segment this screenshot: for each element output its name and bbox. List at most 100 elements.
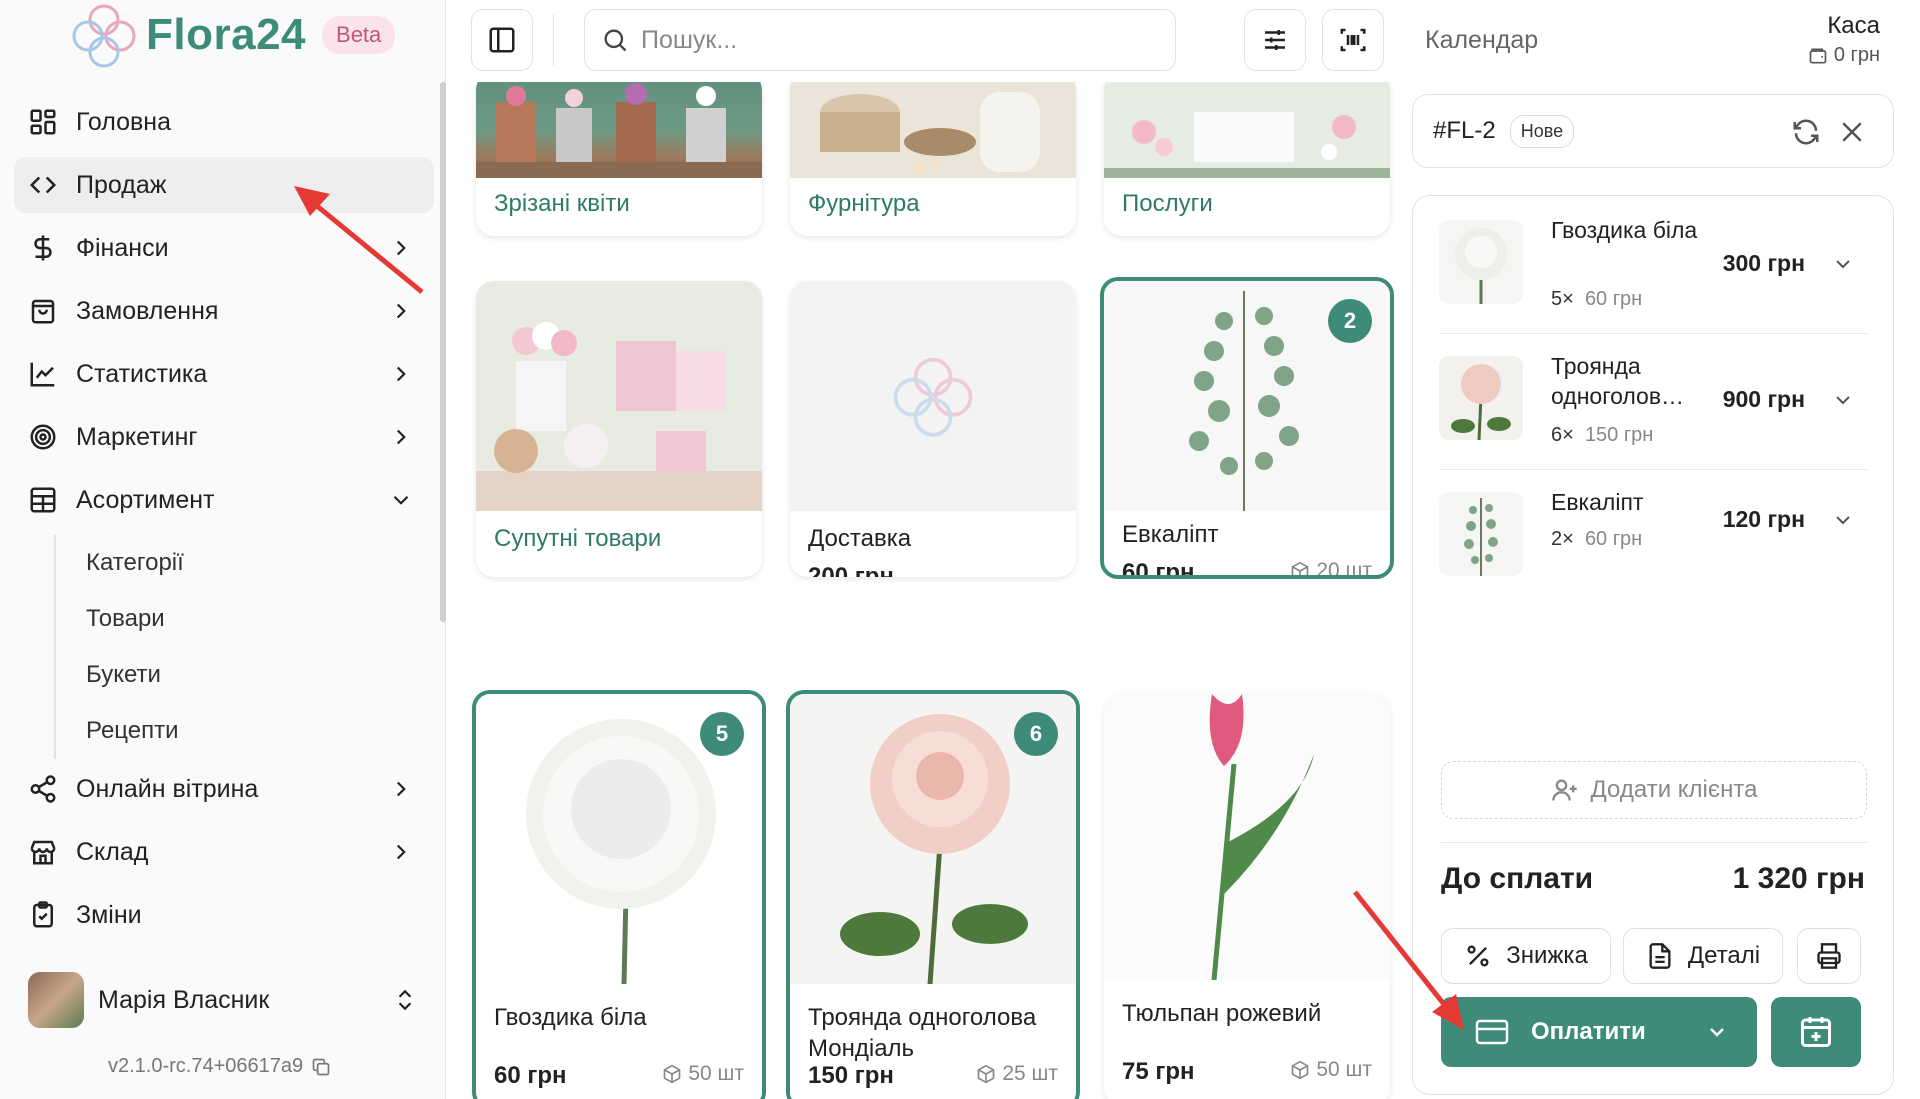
printer-icon bbox=[1817, 943, 1841, 969]
category-card-related-goods[interactable]: Супутні товари bbox=[476, 281, 762, 577]
order-item-sum: 300 грн bbox=[1722, 250, 1805, 276]
category-card-services[interactable]: Послуги bbox=[1104, 82, 1390, 236]
order-item-name: Гвоздика біла bbox=[1551, 217, 1698, 243]
chevron-down-icon[interactable] bbox=[1831, 388, 1855, 412]
category-card-cut-flowers[interactable]: Зрізані квіти bbox=[476, 82, 762, 236]
category-image bbox=[1104, 82, 1390, 178]
stock-value: 50 шт bbox=[688, 1062, 744, 1085]
subnav-item-bouquets[interactable]: Букети bbox=[86, 647, 434, 703]
order-line-item[interactable]: Троянда одноголов… 6× 150 грн 900 грн bbox=[1439, 340, 1869, 470]
nav-item-marketing[interactable]: Маркетинг bbox=[14, 409, 434, 465]
sidebar-toggle-icon bbox=[489, 27, 515, 53]
category-image bbox=[476, 281, 762, 511]
barcode-scan-button[interactable] bbox=[1322, 9, 1384, 71]
order-item-qty-count: 6× bbox=[1551, 424, 1574, 446]
print-button[interactable] bbox=[1797, 928, 1861, 984]
nav-label: Замовлення bbox=[76, 296, 219, 325]
order-line-item[interactable]: Евкаліпт 2× 60 грн 120 грн bbox=[1439, 476, 1869, 606]
chevron-down-icon[interactable] bbox=[1705, 1020, 1729, 1044]
product-price: 200 грн bbox=[808, 563, 894, 577]
nav-label: Фінанси bbox=[76, 233, 169, 262]
nav-item-assortment[interactable]: Асортимент bbox=[14, 472, 434, 528]
product-card-tulip[interactable]: Тюльпан рожевий 75 грн 50 шт bbox=[1104, 694, 1390, 1099]
clipboard-check-icon bbox=[33, 901, 53, 928]
order-line-item[interactable]: Гвоздика біла 5× 60 грн 300 грн bbox=[1439, 204, 1869, 334]
close-icon[interactable] bbox=[1837, 117, 1867, 147]
category-name: Послуги bbox=[1122, 190, 1213, 217]
category-card-accessories[interactable]: Фурнітура bbox=[790, 82, 1076, 236]
target-icon bbox=[30, 424, 56, 450]
chevron-down-icon[interactable] bbox=[1831, 508, 1855, 532]
percent-icon bbox=[1467, 945, 1489, 967]
nav-item-shifts[interactable]: Зміни bbox=[14, 887, 434, 943]
wallet-icon bbox=[1809, 48, 1827, 63]
nav-item-storefront[interactable]: Онлайн вітрина bbox=[14, 761, 434, 817]
cart-quantity-badge: 6 bbox=[1014, 712, 1058, 756]
pay-label: Оплатити bbox=[1531, 1018, 1646, 1045]
nav-item-stats[interactable]: Статистика bbox=[14, 346, 434, 402]
logo[interactable]: Flora24 Beta bbox=[68, 0, 396, 70]
barcode-scan-icon bbox=[1340, 28, 1366, 52]
nav-item-warehouse[interactable]: Склад bbox=[14, 824, 434, 880]
nav-label: Склад bbox=[76, 837, 149, 866]
details-label: Деталі bbox=[1687, 942, 1761, 969]
filters-button[interactable] bbox=[1244, 9, 1306, 71]
nav-item-finance[interactable]: Фінанси bbox=[14, 220, 434, 276]
subnav-item-categories[interactable]: Категорії bbox=[86, 535, 434, 591]
nav-item-orders[interactable]: Замовлення bbox=[14, 283, 434, 339]
add-client-button[interactable]: Додати клієнта bbox=[1441, 761, 1867, 819]
nav-label: Статистика bbox=[76, 359, 208, 388]
flower-buckets-illustration bbox=[476, 83, 762, 178]
product-card-delivery[interactable]: Доставка 200 грн bbox=[790, 281, 1076, 577]
total-value: 1 320 грн bbox=[1732, 862, 1865, 895]
calendar-plus-icon bbox=[1801, 1017, 1831, 1047]
sidebar-scrollbar[interactable] bbox=[440, 82, 446, 622]
product-card-rose[interactable]: 6 Троянда одноголова Мондіаль 150 грн 25… bbox=[786, 690, 1080, 1099]
product-name: Троянда одноголова Мондіаль bbox=[808, 1004, 1037, 1063]
order-item-qty-count: 2× bbox=[1551, 528, 1574, 550]
craft-supplies-illustration bbox=[790, 82, 1076, 178]
avatar bbox=[28, 972, 84, 1028]
product-grid: Зрізані квіти Фурнітура Послуги Супутні … bbox=[447, 82, 1397, 1099]
discount-button[interactable]: Знижка bbox=[1441, 928, 1611, 984]
nav-item-sale[interactable]: Продаж bbox=[14, 157, 434, 213]
subnav-item-products[interactable]: Товари bbox=[86, 591, 434, 647]
app-root: Flora24 Beta Головна Продаж Фінанси Замо… bbox=[0, 0, 1920, 1099]
sidebar: Flora24 Beta Головна Продаж Фінанси Замо… bbox=[0, 0, 446, 1099]
nav-item-home[interactable]: Головна bbox=[14, 94, 434, 150]
details-button[interactable]: Деталі bbox=[1623, 928, 1783, 984]
calendar-link[interactable]: Календар bbox=[1425, 26, 1538, 55]
user-menu[interactable]: Марія Власник bbox=[28, 970, 428, 1030]
schedule-order-button[interactable] bbox=[1771, 997, 1861, 1067]
search-input[interactable] bbox=[641, 25, 1161, 55]
order-item-unit-price: 60 грн bbox=[1584, 288, 1643, 310]
add-client-label: Додати клієнта bbox=[1590, 776, 1758, 803]
cash-register[interactable]: Каса 0 грн bbox=[1808, 12, 1880, 67]
toggle-sidebar-button[interactable] bbox=[471, 9, 533, 71]
pink-tulip-illustration bbox=[1209, 694, 1314, 980]
product-placeholder-image bbox=[790, 281, 1076, 511]
search-box[interactable] bbox=[584, 9, 1176, 71]
refresh-icon[interactable] bbox=[1791, 117, 1821, 147]
dollar-icon bbox=[34, 235, 52, 261]
chevron-down-icon[interactable] bbox=[1831, 252, 1855, 276]
order-item-qty: 5× 60 грн bbox=[1551, 288, 1642, 311]
package-icon bbox=[1291, 1060, 1309, 1080]
divider bbox=[1441, 842, 1867, 843]
order-status-badge: Нове bbox=[1509, 114, 1575, 148]
pay-button[interactable]: Оплатити bbox=[1441, 997, 1757, 1067]
product-card-carnation[interactable]: 5 Гвоздика біла 60 грн 50 шт bbox=[472, 690, 766, 1099]
subnav-item-recipes[interactable]: Рецепти bbox=[86, 703, 434, 759]
nav-label: Продаж bbox=[76, 170, 167, 199]
product-image bbox=[1104, 694, 1390, 980]
product-card-eucalyptus[interactable]: 2 Евкаліпт 60 грн 20 шт bbox=[1100, 277, 1394, 579]
copy-icon[interactable] bbox=[311, 1057, 331, 1077]
shopping-bag-icon bbox=[31, 299, 55, 324]
package-icon bbox=[663, 1064, 681, 1084]
stock-value: 50 шт bbox=[1316, 1058, 1372, 1081]
sliders-icon bbox=[1265, 30, 1285, 50]
cash-register-balance: 0 грн bbox=[1808, 44, 1880, 67]
code-brackets-icon bbox=[29, 176, 57, 194]
category-image bbox=[790, 82, 1076, 178]
nav-label: Онлайн вітрина bbox=[76, 774, 259, 803]
